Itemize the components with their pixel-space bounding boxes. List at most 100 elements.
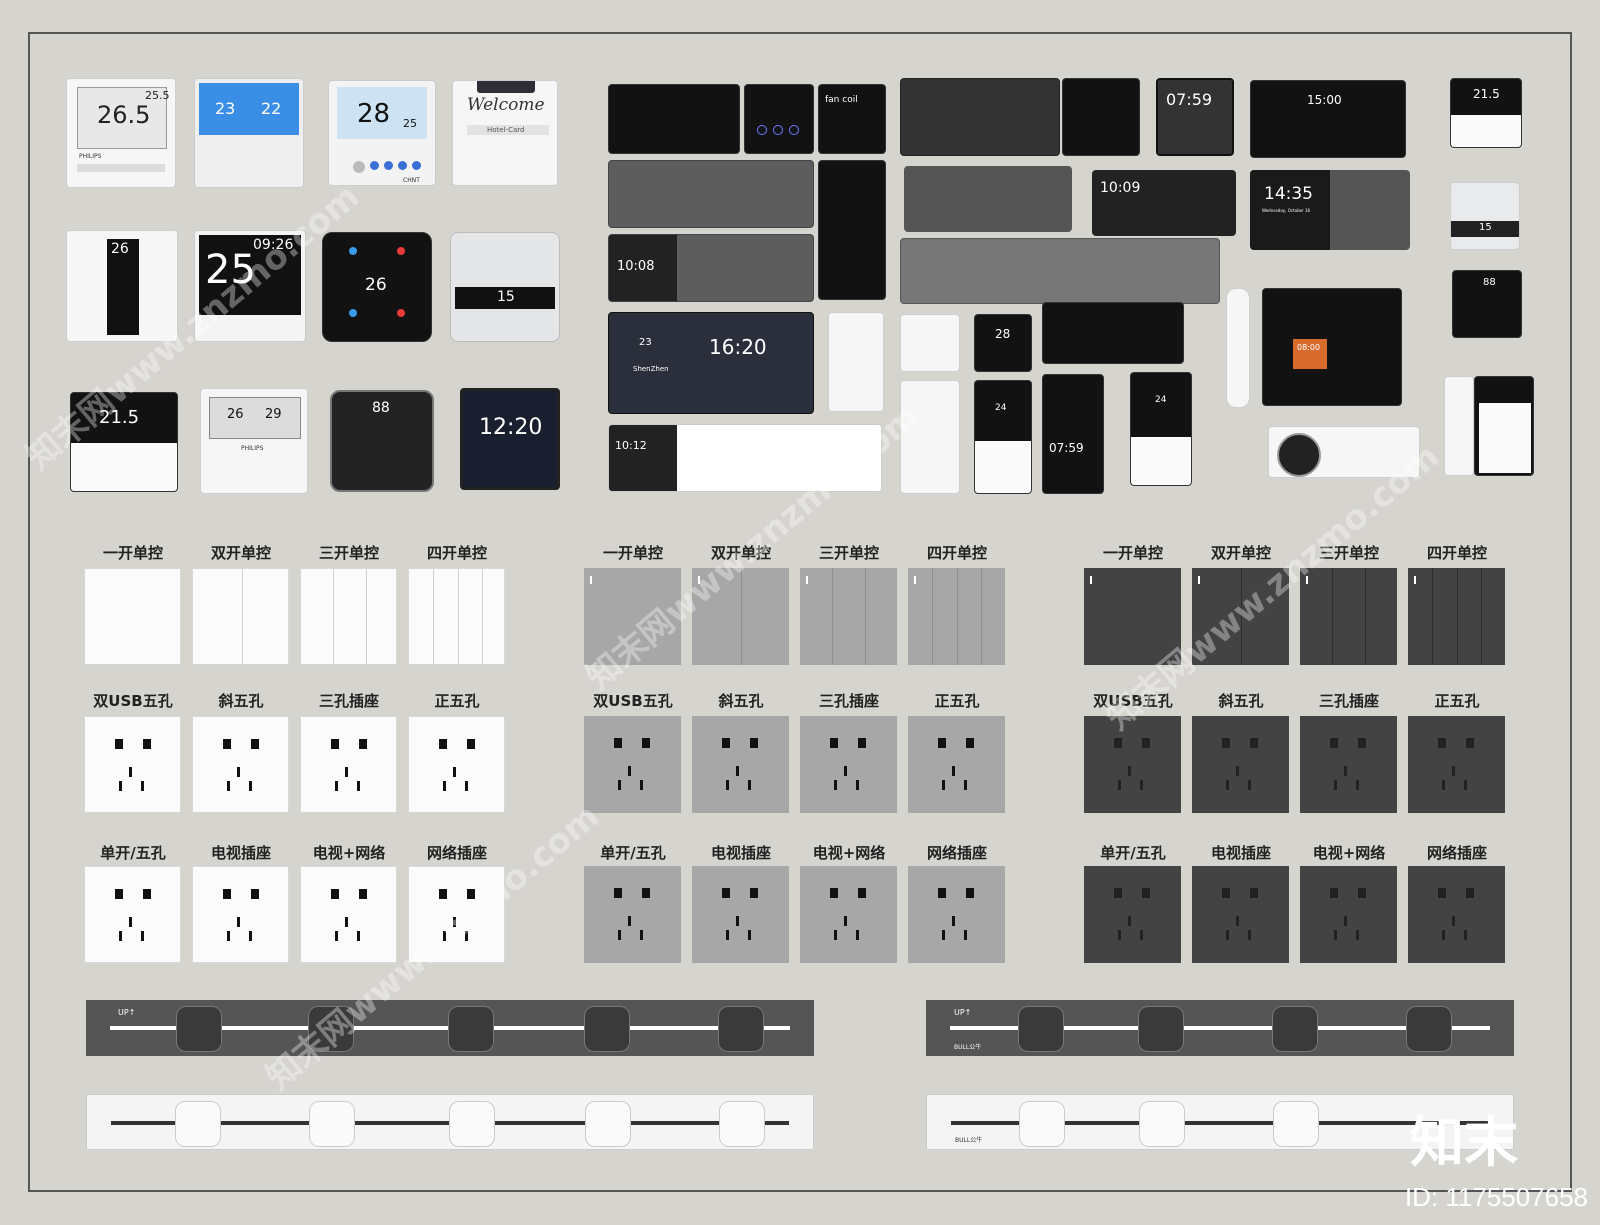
panel-label: 网络插座 <box>926 844 987 862</box>
panel-label: 电视+网络 <box>812 844 886 862</box>
gray-switch-3-gang[interactable] <box>800 568 897 665</box>
white-socket[interactable] <box>300 866 397 963</box>
screen-24a: 24 <box>974 380 1032 494</box>
panel-label: 四开单控 <box>426 544 487 562</box>
gray-socket[interactable] <box>800 866 897 963</box>
track-socket-dark-right: UP↑ BULL公牛 <box>926 1000 1514 1056</box>
gray-panel-icons <box>904 166 1072 232</box>
intercom-handset <box>1226 288 1250 408</box>
white-socket[interactable] <box>84 716 181 813</box>
white-switch-4-gang[interactable] <box>408 568 505 665</box>
smart-panel-1 <box>608 84 740 154</box>
panel-label: 斜五孔 <box>718 692 764 710</box>
white-switch-1-gang[interactable] <box>84 568 181 665</box>
dark-socket[interactable] <box>1300 716 1397 813</box>
screen-1435: 14:35 Wednesday, October 16 <box>1250 170 1410 250</box>
strip-brand: BULL公牛 <box>954 1044 982 1051</box>
socket-module <box>1139 1101 1185 1147</box>
dark-socket[interactable] <box>1408 866 1505 963</box>
panel-label: 一开单控 <box>102 544 163 562</box>
screen-215-small: 21.5 <box>1450 78 1522 148</box>
dark-socket[interactable] <box>1192 716 1289 813</box>
thermostat-philips-2: 26 29 PHILIPS <box>200 388 308 494</box>
dark-socket[interactable] <box>1192 866 1289 963</box>
socket-module <box>585 1101 631 1147</box>
screen-temp: 21.5 <box>1473 87 1500 101</box>
screen-24b: 24 <box>1130 372 1192 486</box>
panel-label: 双USB五孔 <box>593 692 673 710</box>
panel-label: 三孔插座 <box>818 692 879 710</box>
white-socket[interactable] <box>192 716 289 813</box>
power-button-module[interactable] <box>176 1006 222 1052</box>
screen-time: 16:20 <box>709 335 767 359</box>
gray-switch-4-gang[interactable] <box>908 568 1005 665</box>
screen-temp: 88 <box>1483 277 1496 288</box>
track-socket-dark-left: UP↑ <box>86 1000 814 1056</box>
smart-panel-2 <box>744 84 814 154</box>
dark-socket[interactable] <box>1084 866 1181 963</box>
thermostat-blue: 23 22 <box>194 78 304 188</box>
panel-label: 四开单控 <box>1426 544 1487 562</box>
thermostat-temp-right: 29 <box>265 407 282 422</box>
panel-label: 电视插座 <box>1210 844 1271 862</box>
fan-coil-label: fan coil <box>825 95 858 105</box>
track-socket-white-left <box>86 1094 814 1150</box>
thermostat-temp: 26 <box>365 275 387 295</box>
screen-icons-grid <box>1042 302 1184 364</box>
screen-temp: 23 <box>639 337 652 348</box>
gray-socket[interactable] <box>692 716 789 813</box>
white-socket[interactable] <box>300 716 397 813</box>
gray-panel-row <box>608 160 814 228</box>
gray-panel-row-2: 10:08 <box>608 234 814 302</box>
smart-screen-clock: 12:20 <box>460 388 560 490</box>
gray-panel-row-3 <box>900 238 1220 304</box>
fan-coil-panel: fan coil <box>818 84 886 154</box>
gray-socket[interactable] <box>584 866 681 963</box>
gray-socket[interactable] <box>692 866 789 963</box>
dark-socket[interactable] <box>1408 716 1505 813</box>
screen-time: 15:00 <box>1307 93 1342 107</box>
socket-module <box>449 1101 495 1147</box>
screen-time: 10:08 <box>617 259 655 274</box>
dark-switch-3-gang[interactable] <box>1300 568 1397 665</box>
thermostat-temp: 28 <box>357 99 391 129</box>
dark-switch-4-gang[interactable] <box>1408 568 1505 665</box>
white-socket[interactable] <box>192 866 289 963</box>
thermostat-gray-white: 15 <box>450 232 560 342</box>
white-socket[interactable] <box>84 866 181 963</box>
gray-socket[interactable] <box>908 716 1005 813</box>
white-switch-2-gang[interactable] <box>192 568 289 665</box>
screen-15-white: 15 <box>1450 182 1520 250</box>
socket-module <box>718 1006 764 1052</box>
screen-1500: 15:00 <box>1250 80 1406 158</box>
white-switch-3-gang[interactable] <box>300 568 397 665</box>
gray-socket[interactable] <box>908 866 1005 963</box>
panel-label: 正五孔 <box>434 692 480 710</box>
welcome-text: Welcome <box>467 95 545 115</box>
smart-panel-icons <box>1062 78 1140 156</box>
socket-module <box>584 1006 630 1052</box>
screen-date: Wednesday, October 16 <box>1262 208 1311 213</box>
gray-socket[interactable] <box>800 716 897 813</box>
socket-module <box>719 1101 765 1147</box>
screen-panel-large: 08:00 <box>1262 288 1402 406</box>
panel-label: 正五孔 <box>934 692 980 710</box>
dark-gray-panel-row <box>900 78 1060 156</box>
white-socket[interactable] <box>408 716 505 813</box>
image-id: ID: 1175507658 <box>1404 1182 1588 1212</box>
thermostat-chnt: 28 25 CHNT <box>328 80 436 186</box>
dark-socket[interactable] <box>1300 866 1397 963</box>
socket-module <box>1018 1006 1064 1052</box>
screen-88-small: 88 <box>1452 270 1522 338</box>
thermostat-temp-left: 23 <box>215 99 236 118</box>
white-panel <box>900 314 960 372</box>
screen-28: 28 <box>974 314 1032 372</box>
strip-label: UP↑ <box>118 1008 136 1017</box>
power-button-module[interactable] <box>175 1101 221 1147</box>
screen-time: 07:59 <box>1166 90 1213 109</box>
panel-label: 单开/五孔 <box>100 844 166 862</box>
screen-time: 12:20 <box>479 415 543 440</box>
brand-logo: 知末 <box>1410 1111 1518 1174</box>
gray-socket[interactable] <box>584 716 681 813</box>
white-panel-strip <box>828 312 884 412</box>
